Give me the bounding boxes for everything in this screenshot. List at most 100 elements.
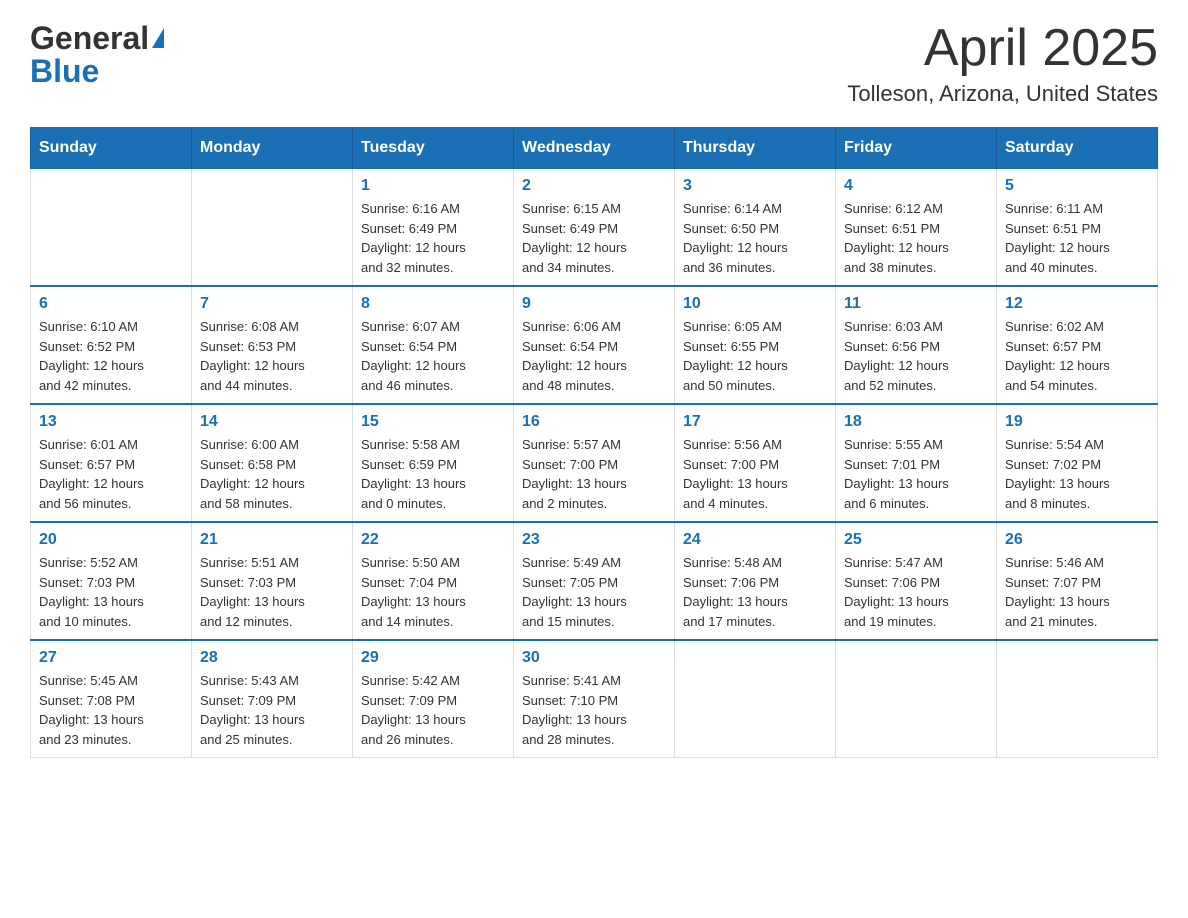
logo-blue-text: Blue <box>30 53 99 90</box>
calendar-cell: 30 Sunrise: 5:41 AM Sunset: 7:10 PM Dayli… <box>514 640 675 758</box>
day-info: Sunrise: 5:46 AM Sunset: 7:07 PM Dayligh… <box>1005 553 1149 631</box>
calendar-cell: 11 Sunrise: 6:03 AM Sunset: 6:56 PM Dayli… <box>836 286 997 404</box>
day-info: Sunrise: 5:57 AM Sunset: 7:00 PM Dayligh… <box>522 435 666 513</box>
title-section: April 2025 Tolleson, Arizona, United Sta… <box>847 20 1158 107</box>
calendar-cell: 22 Sunrise: 5:50 AM Sunset: 7:04 PM Dayli… <box>353 522 514 640</box>
location-text: Tolleson, Arizona, United States <box>847 81 1158 107</box>
calendar-header-wednesday: Wednesday <box>514 128 675 168</box>
day-number: 30 <box>522 649 666 667</box>
calendar-header-row: SundayMondayTuesdayWednesdayThursdayFrid… <box>31 128 1158 168</box>
logo-general-text: General <box>30 20 149 57</box>
calendar-cell: 15Sunrise: 5:58 AM Sunset: 6:59 PM Dayli… <box>353 404 514 522</box>
day-info: Sunrise: 5:56 AM Sunset: 7:00 PM Dayligh… <box>683 435 827 513</box>
day-number: 12 <box>1005 295 1149 313</box>
day-number: 1 <box>361 177 505 195</box>
calendar-cell: 8Sunrise: 6:07 AM Sunset: 6:54 PM Daylig… <box>353 286 514 404</box>
day-number: 26 <box>1005 531 1149 549</box>
day-info: Sunrise: 5:51 AM Sunset: 7:03 PM Dayligh… <box>200 553 344 631</box>
day-info: Sunrise: 6:08 AM Sunset: 6:53 PM Dayligh… <box>200 317 344 395</box>
day-info: Sunrise: 6:14 AM Sunset: 6:50 PM Dayligh… <box>683 199 827 277</box>
calendar-header-saturday: Saturday <box>997 128 1158 168</box>
day-number: 10 <box>683 295 827 313</box>
day-info: Sunrise: 5:50 AM Sunset: 7:04 PM Dayligh… <box>361 553 505 631</box>
calendar-week-row: 13 Sunrise: 6:01 AM Sunset: 6:57 PM Dayli… <box>31 404 1158 522</box>
day-info: Sunrise: 5:41 AM Sunset: 7:10 PM Dayligh… <box>522 671 666 749</box>
day-number: 19 <box>1005 413 1149 431</box>
day-number: 3 <box>683 177 827 195</box>
calendar-cell: 10 Sunrise: 6:05 AM Sunset: 6:55 PM Dayli… <box>675 286 836 404</box>
calendar-week-row: 20 Sunrise: 5:52 AM Sunset: 7:03 PM Dayli… <box>31 522 1158 640</box>
day-number: 14 <box>200 413 344 431</box>
day-info: Sunrise: 5:58 AM Sunset: 6:59 PM Dayligh… <box>361 435 505 513</box>
calendar-header-tuesday: Tuesday <box>353 128 514 168</box>
day-number: 20 <box>39 531 183 549</box>
day-info: Sunrise: 6:06 AM Sunset: 6:54 PM Dayligh… <box>522 317 666 395</box>
day-number: 24 <box>683 531 827 549</box>
calendar-cell: 16 Sunrise: 5:57 AM Sunset: 7:00 PM Dayli… <box>514 404 675 522</box>
day-info: Sunrise: 6:11 AM Sunset: 6:51 PM Dayligh… <box>1005 199 1149 277</box>
day-number: 4 <box>844 177 988 195</box>
calendar-cell: 13 Sunrise: 6:01 AM Sunset: 6:57 PM Dayli… <box>31 404 192 522</box>
calendar-cell: 25 Sunrise: 5:47 AM Sunset: 7:06 PM Dayli… <box>836 522 997 640</box>
calendar-week-row: 27Sunrise: 5:45 AM Sunset: 7:08 PM Dayli… <box>31 640 1158 758</box>
calendar-header-friday: Friday <box>836 128 997 168</box>
calendar-cell: 4 Sunrise: 6:12 AM Sunset: 6:51 PM Daylig… <box>836 168 997 286</box>
page-header: General Blue April 2025 Tolleson, Arizon… <box>30 20 1158 107</box>
day-number: 29 <box>361 649 505 667</box>
calendar-cell: 14Sunrise: 6:00 AM Sunset: 6:58 PM Dayli… <box>192 404 353 522</box>
day-number: 25 <box>844 531 988 549</box>
calendar-cell: 6 Sunrise: 6:10 AM Sunset: 6:52 PM Daylig… <box>31 286 192 404</box>
logo: General Blue <box>30 20 164 90</box>
calendar-week-row: 6 Sunrise: 6:10 AM Sunset: 6:52 PM Daylig… <box>31 286 1158 404</box>
calendar-cell <box>31 168 192 286</box>
calendar-table: SundayMondayTuesdayWednesdayThursdayFrid… <box>30 127 1158 758</box>
day-info: Sunrise: 5:42 AM Sunset: 7:09 PM Dayligh… <box>361 671 505 749</box>
day-info: Sunrise: 5:52 AM Sunset: 7:03 PM Dayligh… <box>39 553 183 631</box>
calendar-header-sunday: Sunday <box>31 128 192 168</box>
day-info: Sunrise: 6:16 AM Sunset: 6:49 PM Dayligh… <box>361 199 505 277</box>
day-number: 17 <box>683 413 827 431</box>
calendar-cell: 7 Sunrise: 6:08 AM Sunset: 6:53 PM Daylig… <box>192 286 353 404</box>
day-number: 28 <box>200 649 344 667</box>
day-info: Sunrise: 6:07 AM Sunset: 6:54 PM Dayligh… <box>361 317 505 395</box>
calendar-cell: 20 Sunrise: 5:52 AM Sunset: 7:03 PM Dayli… <box>31 522 192 640</box>
day-info: Sunrise: 6:10 AM Sunset: 6:52 PM Dayligh… <box>39 317 183 395</box>
calendar-cell: 18Sunrise: 5:55 AM Sunset: 7:01 PM Dayli… <box>836 404 997 522</box>
logo-triangle-icon <box>152 28 164 48</box>
day-info: Sunrise: 5:48 AM Sunset: 7:06 PM Dayligh… <box>683 553 827 631</box>
calendar-cell: 9 Sunrise: 6:06 AM Sunset: 6:54 PM Daylig… <box>514 286 675 404</box>
day-number: 11 <box>844 295 988 313</box>
day-number: 16 <box>522 413 666 431</box>
calendar-cell: 29 Sunrise: 5:42 AM Sunset: 7:09 PM Dayli… <box>353 640 514 758</box>
day-info: Sunrise: 6:03 AM Sunset: 6:56 PM Dayligh… <box>844 317 988 395</box>
calendar-cell: 26 Sunrise: 5:46 AM Sunset: 7:07 PM Dayli… <box>997 522 1158 640</box>
calendar-cell: 1 Sunrise: 6:16 AM Sunset: 6:49 PM Daylig… <box>353 168 514 286</box>
calendar-cell: 21Sunrise: 5:51 AM Sunset: 7:03 PM Dayli… <box>192 522 353 640</box>
day-info: Sunrise: 6:02 AM Sunset: 6:57 PM Dayligh… <box>1005 317 1149 395</box>
day-info: Sunrise: 6:15 AM Sunset: 6:49 PM Dayligh… <box>522 199 666 277</box>
calendar-cell: 23 Sunrise: 5:49 AM Sunset: 7:05 PM Dayli… <box>514 522 675 640</box>
calendar-cell <box>997 640 1158 758</box>
day-info: Sunrise: 5:47 AM Sunset: 7:06 PM Dayligh… <box>844 553 988 631</box>
day-info: Sunrise: 6:12 AM Sunset: 6:51 PM Dayligh… <box>844 199 988 277</box>
day-info: Sunrise: 5:49 AM Sunset: 7:05 PM Dayligh… <box>522 553 666 631</box>
day-number: 7 <box>200 295 344 313</box>
calendar-cell <box>836 640 997 758</box>
day-number: 5 <box>1005 177 1149 195</box>
calendar-cell: 24 Sunrise: 5:48 AM Sunset: 7:06 PM Dayli… <box>675 522 836 640</box>
calendar-cell: 2Sunrise: 6:15 AM Sunset: 6:49 PM Daylig… <box>514 168 675 286</box>
month-title: April 2025 <box>847 20 1158 77</box>
day-info: Sunrise: 6:05 AM Sunset: 6:55 PM Dayligh… <box>683 317 827 395</box>
calendar-cell: 27Sunrise: 5:45 AM Sunset: 7:08 PM Dayli… <box>31 640 192 758</box>
day-number: 22 <box>361 531 505 549</box>
calendar-header-thursday: Thursday <box>675 128 836 168</box>
day-info: Sunrise: 6:01 AM Sunset: 6:57 PM Dayligh… <box>39 435 183 513</box>
day-number: 9 <box>522 295 666 313</box>
day-number: 13 <box>39 413 183 431</box>
calendar-cell <box>675 640 836 758</box>
day-number: 23 <box>522 531 666 549</box>
day-info: Sunrise: 5:43 AM Sunset: 7:09 PM Dayligh… <box>200 671 344 749</box>
calendar-cell: 3 Sunrise: 6:14 AM Sunset: 6:50 PM Daylig… <box>675 168 836 286</box>
calendar-cell: 28 Sunrise: 5:43 AM Sunset: 7:09 PM Dayli… <box>192 640 353 758</box>
day-number: 6 <box>39 295 183 313</box>
